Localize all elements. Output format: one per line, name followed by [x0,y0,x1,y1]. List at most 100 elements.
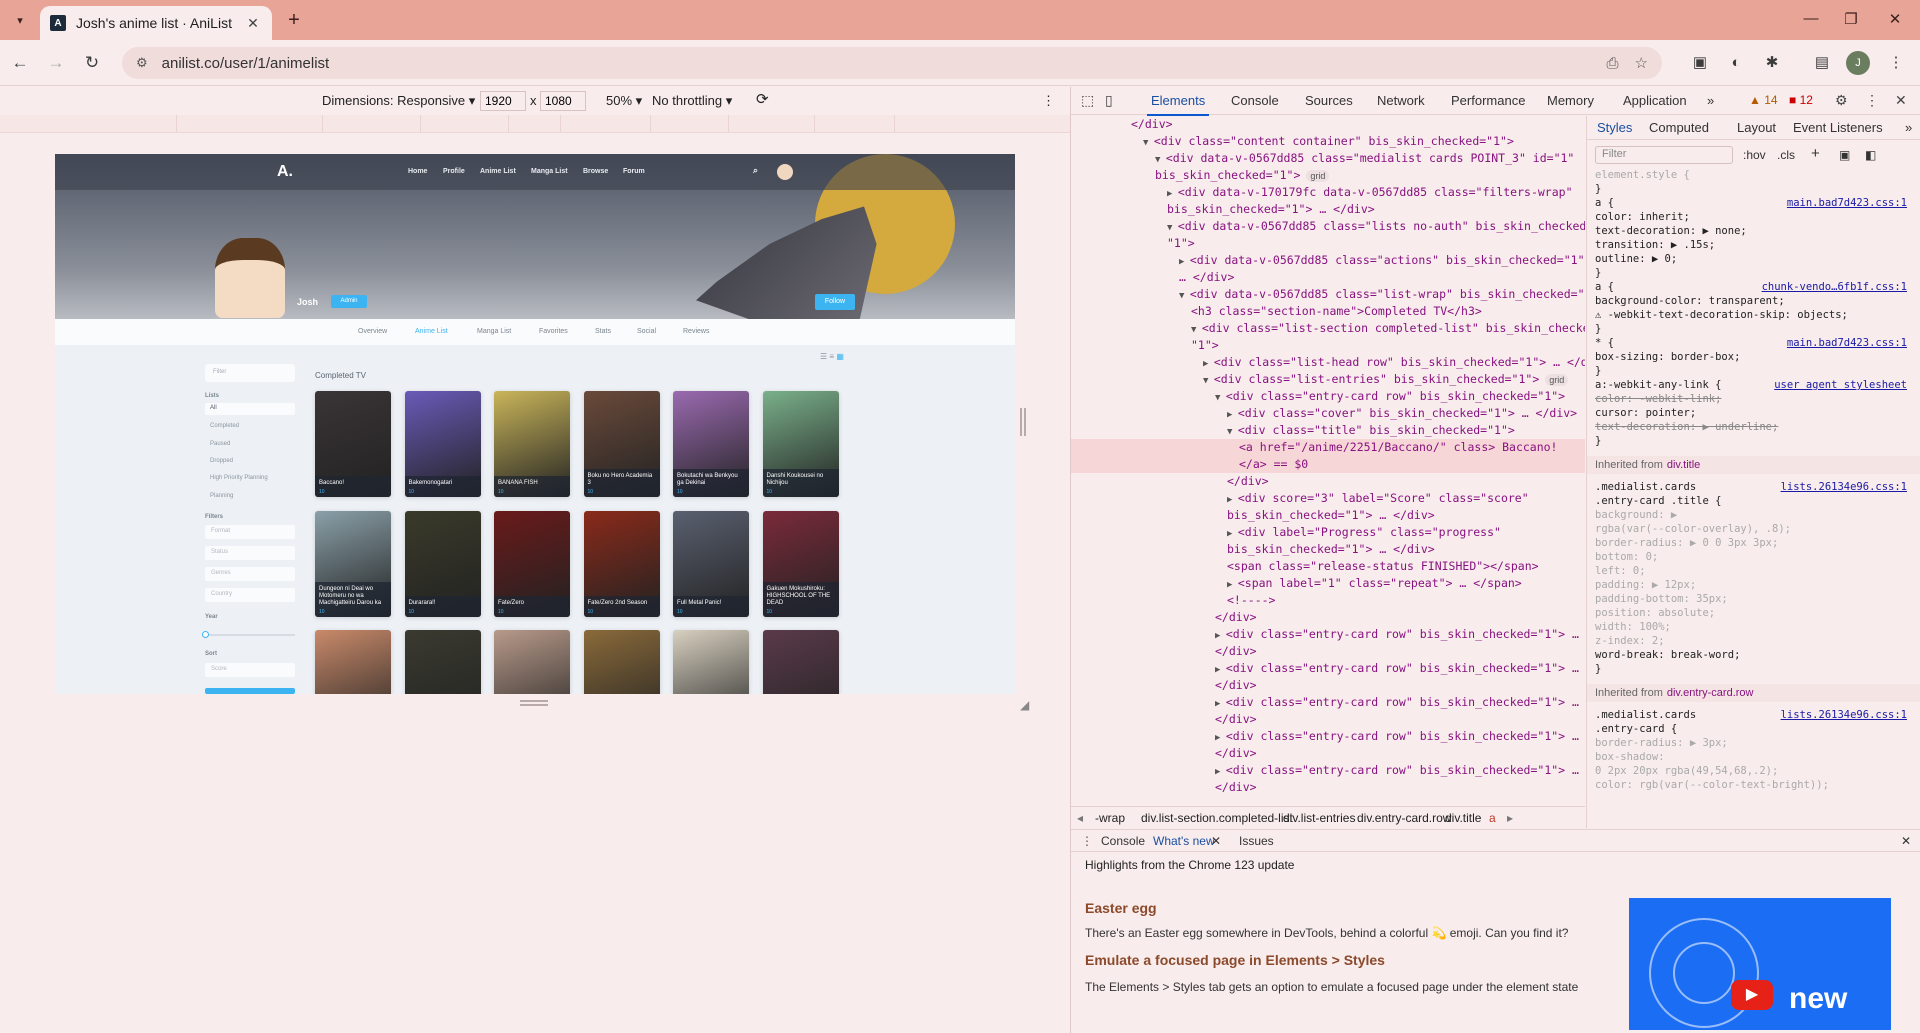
new-rule-plus-icon[interactable]: + [1811,145,1820,162]
site-search-icon[interactable]: ⌕ [753,165,758,176]
style-rule-line[interactable]: word-break: break-word; [1595,648,1907,662]
entry-card[interactable]: Fate/Zero 10 [494,510,570,617]
style-rule-line[interactable]: cursor: pointer; [1595,406,1907,420]
viewport-resize-corner-icon[interactable]: ◢ [1020,698,1029,712]
profile-tab-social[interactable]: Social [637,328,656,335]
style-rule-line[interactable]: transition: ▶ .15s; [1595,238,1907,252]
stylesheet-source-link[interactable]: lists.26134e96.css:1 [1781,708,1907,722]
close-whats-new-icon[interactable]: ✕ [1211,834,1221,848]
devtools-tab-console[interactable]: Console [1231,93,1279,108]
expand-triangle-icon[interactable]: ▶ [1215,767,1226,777]
profile-tab-manga-list[interactable]: Manga List [477,328,511,335]
entry-card[interactable]: Full Metal Panic! 10 [673,510,749,617]
devtools-menu-icon[interactable]: ⋮ [1865,92,1879,109]
errors-count[interactable]: ■ 12 [1789,93,1813,107]
entry-card[interactable] [673,630,749,694]
list-completed[interactable]: Completed [205,421,295,433]
extension-1-icon[interactable]: ▣ [1688,51,1712,75]
profile-tab-overview[interactable]: Overview [358,328,387,335]
expand-triangle-icon[interactable]: ▼ [1167,223,1178,233]
entry-card[interactable]: Dungeon ni Deai wo Motomeru no wa Machig… [315,510,391,617]
breadcrumb-item[interactable]: div.list-section.completed-list [1141,811,1293,825]
cards-view-icon[interactable]: ▦ [836,352,844,361]
style-rule-line[interactable]: background-color: transparent; [1595,294,1907,308]
expand-triangle-icon[interactable]: ▼ [1215,393,1226,403]
dimensions-dropdown[interactable]: Dimensions: Responsive ▾ [322,93,475,109]
profile-tab-favorites[interactable]: Favorites [539,328,568,335]
dom-node-line[interactable]: bis_skin_checked="1"> … </div> [1071,541,1585,558]
entry-card-title[interactable]: Full Metal Panic! [673,595,749,617]
new-tab-plus-icon[interactable]: + [282,8,306,32]
grid-badge[interactable]: grid [1306,170,1330,182]
entry-card[interactable] [583,630,660,694]
entry-card-title[interactable]: Fate/Zero [494,595,570,617]
class-toggle[interactable]: .cls [1777,148,1795,162]
whats-new-video-thumbnail[interactable]: ▶ new [1629,898,1891,1030]
dom-node-line[interactable]: </div> [1071,677,1585,694]
expand-triangle-icon[interactable]: ▼ [1203,376,1214,386]
device-width-input[interactable] [480,91,526,111]
extensions-puzzle-icon[interactable]: ✱ [1760,51,1784,75]
expand-triangle-icon[interactable]: ▶ [1203,359,1214,369]
follow-button[interactable]: Follow [815,294,855,310]
expand-triangle-icon[interactable]: ▼ [1179,291,1190,301]
list-dropped[interactable]: Dropped [205,456,295,468]
close-devtools-icon[interactable]: ✕ [1895,92,1907,109]
device-toggle-icon[interactable]: ▯ [1105,92,1113,109]
stylesheet-source-link[interactable]: main.bad7d423.css:1 [1787,336,1907,350]
close-drawer-icon[interactable]: ✕ [1901,834,1911,848]
country-select[interactable]: Country [205,588,295,602]
computed-sidebar-icon[interactable]: ◧ [1865,148,1876,162]
profile-tab-reviews[interactable]: Reviews [683,328,709,335]
breadcrumb-scroll-right-icon[interactable]: ▸ [1507,811,1513,825]
close-tab-icon[interactable]: ✕ [244,15,262,32]
list-all[interactable]: All [205,403,295,415]
breadcrumb-item[interactable]: div.entry-card.row [1357,811,1451,825]
minimize-icon[interactable]: — [1796,10,1826,30]
list-high-priority-planning[interactable]: High Priority Planning [205,473,295,485]
viewport-height-drag-handle[interactable] [520,700,548,706]
stylesheet-source-link[interactable]: main.bad7d423.css:1 [1787,196,1907,210]
dom-node-line[interactable]: "1"> [1071,337,1585,354]
year-slider-handle[interactable] [202,631,209,638]
zoom-dropdown[interactable]: 50% ▾ [606,93,642,109]
breadcrumb-item-active[interactable]: a [1489,811,1496,825]
expand-triangle-icon[interactable]: ▶ [1227,529,1238,539]
devtools-tab-network[interactable]: Network [1377,93,1425,108]
nav-manga-list[interactable]: Manga List [531,168,568,175]
close-window-icon[interactable]: ✕ [1880,10,1910,30]
expand-triangle-icon[interactable]: ▶ [1227,410,1238,420]
breadcrumb-scroll-left-icon[interactable]: ◂ [1077,811,1083,825]
more-tabs-chevron-icon[interactable]: » [1707,93,1714,108]
devtools-tab-sources[interactable]: Sources [1305,93,1353,108]
sidebar-action-button[interactable] [205,688,295,694]
expand-triangle-icon[interactable]: ▶ [1215,733,1226,743]
expand-triangle-icon[interactable]: ▼ [1143,138,1154,148]
entry-card[interactable]: Baccano! 10 [315,391,391,497]
settings-gear-icon[interactable]: ⚙ [1835,92,1848,109]
styles-filter-input[interactable]: Filter [1595,146,1733,164]
site-info-icon[interactable]: ⚙ [136,55,148,71]
year-slider[interactable] [202,631,295,638]
anilist-logo-icon[interactable]: A. [277,163,297,181]
list-planning[interactable]: Planning [205,491,295,503]
drawer-tab-whats-new[interactable]: What's new [1153,834,1215,848]
url-text[interactable]: anilist.co/user/1/animelist [162,55,1591,72]
breadcrumb-item[interactable]: div.title [1445,811,1481,825]
stylesheet-source-link[interactable]: lists.26134e96.css:1 [1781,480,1907,494]
dom-node-line[interactable]: </div> [1071,779,1585,796]
dom-node-line[interactable]: <!----> [1071,592,1585,609]
entry-card[interactable]: Bokutachi wa Benkyou ga Dekinai 10 [673,391,749,497]
entry-card-title[interactable]: BANANA FISH [494,476,570,497]
format-select[interactable]: Format [205,525,295,539]
dom-node-line[interactable]: </div> [1071,643,1585,660]
nav-browse[interactable]: Browse [583,168,608,175]
dom-node-line[interactable]: bis_skin_checked="1"> grid [1071,167,1585,184]
expand-triangle-icon[interactable]: ▶ [1167,189,1178,199]
inherited-selector[interactable]: div.title [1667,459,1700,471]
entry-card-title[interactable]: Fate/Zero 2nd Season [583,595,660,617]
style-rule-line[interactable]: color: inherit; [1595,210,1907,224]
entry-card[interactable] [494,630,570,694]
dom-node-line[interactable]: bis_skin_checked="1"> … </div> [1071,507,1585,524]
install-app-icon[interactable]: ⎙ [1607,55,1619,72]
